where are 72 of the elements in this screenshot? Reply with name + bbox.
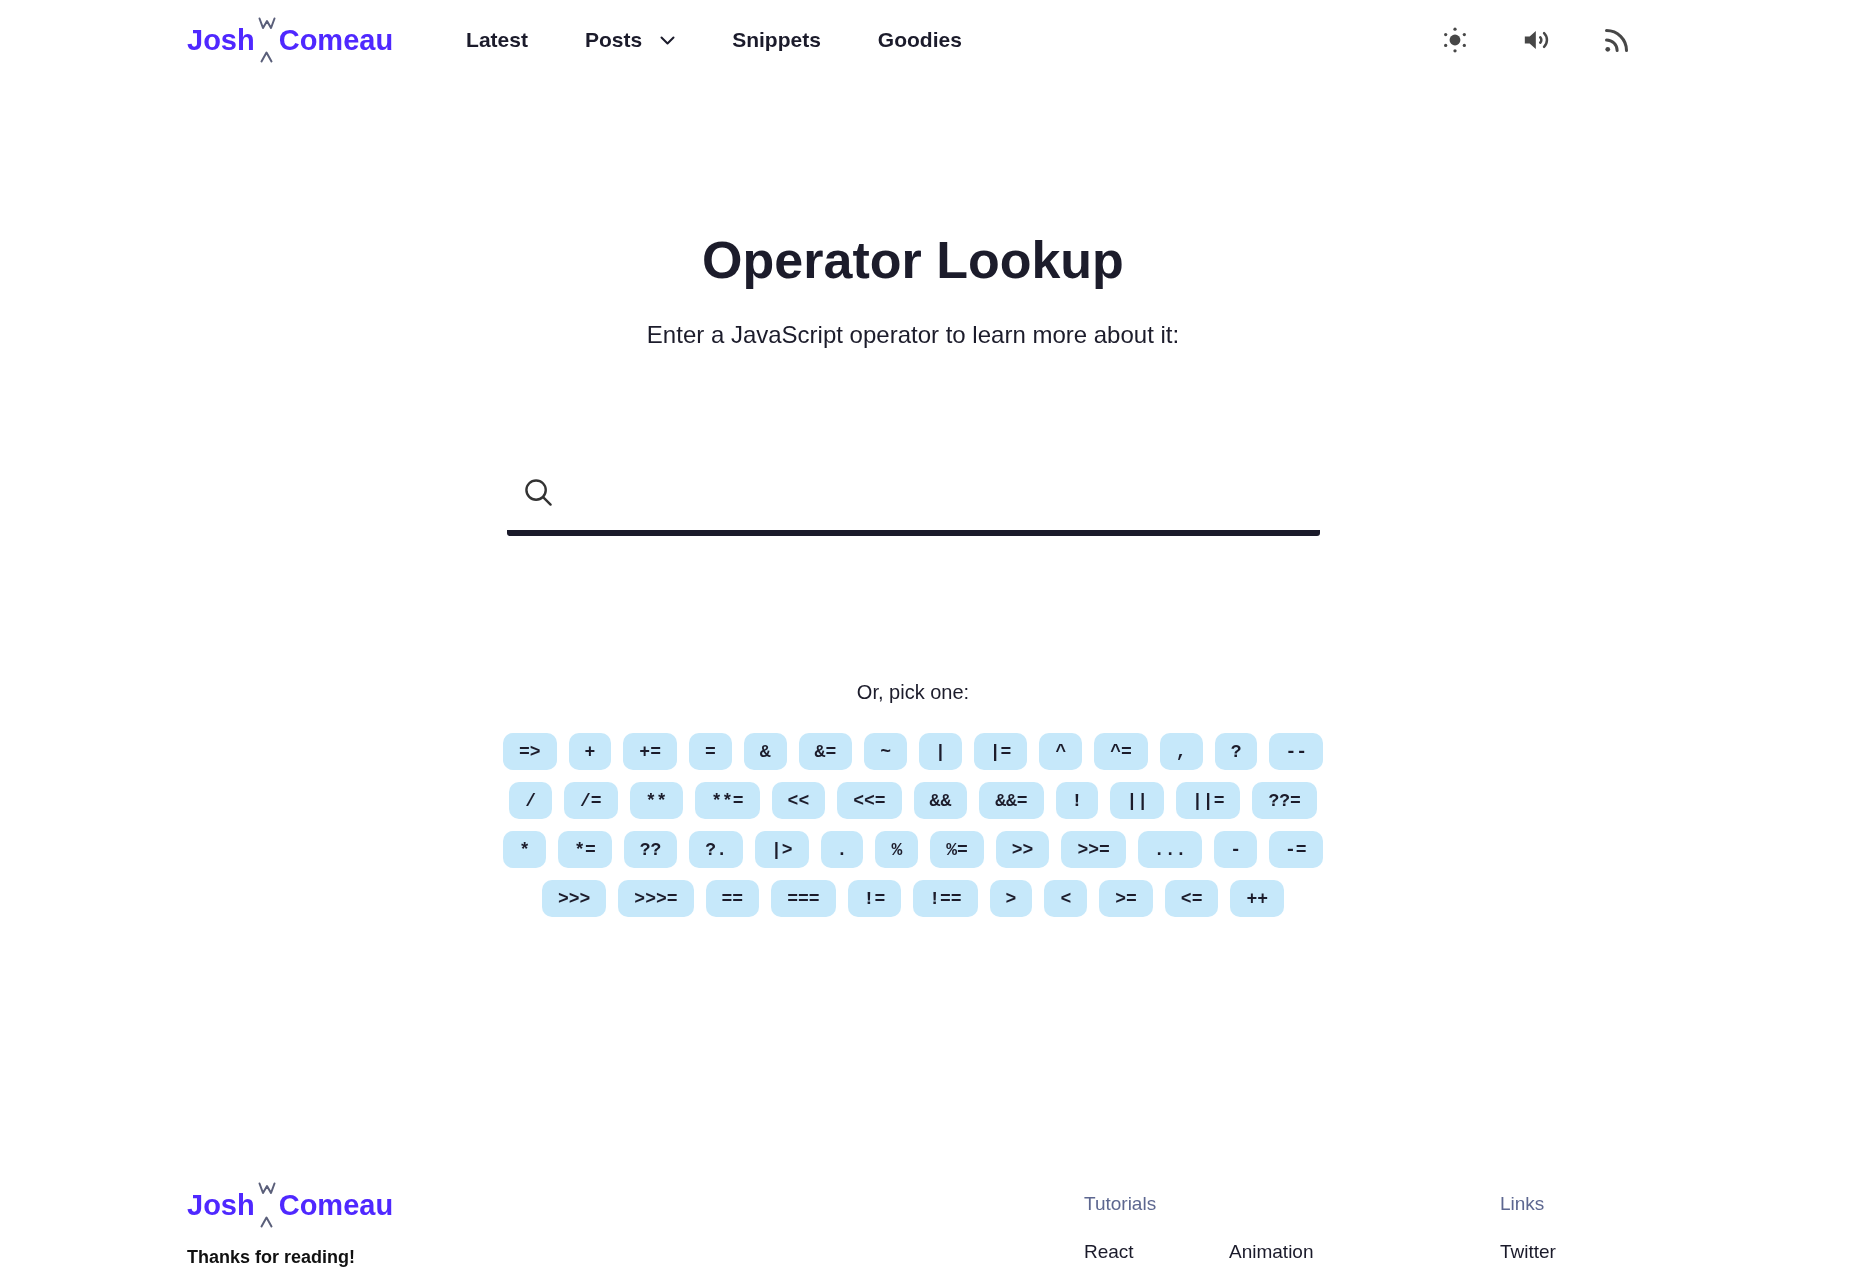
- logo-mark-icon: [257, 17, 276, 63]
- operator-button[interactable]: ~: [864, 733, 907, 770]
- logo-mark-icon: [257, 1182, 276, 1228]
- operator-button[interactable]: -=: [1269, 831, 1323, 868]
- operator-button[interactable]: ||=: [1176, 782, 1241, 819]
- nav-dropdown[interactable]: Posts: [584, 26, 676, 54]
- nav-link[interactable]: Goodies: [877, 26, 962, 54]
- operator-button[interactable]: >>=: [1061, 831, 1126, 868]
- operator-button[interactable]: %: [875, 831, 919, 868]
- operator-button[interactable]: &=: [798, 733, 853, 770]
- operator-button[interactable]: ?.: [689, 831, 743, 868]
- operator-button[interactable]: **: [629, 782, 684, 819]
- operator-button[interactable]: *: [503, 831, 547, 868]
- operator-button[interactable]: ==: [705, 880, 760, 917]
- operator-button[interactable]: |>: [754, 831, 809, 868]
- logo-link[interactable]: Josh Comeau: [187, 1182, 394, 1228]
- operator-button[interactable]: +=: [623, 733, 677, 770]
- operator-button[interactable]: -: [1214, 831, 1258, 868]
- search-icon: [523, 478, 553, 507]
- operator-button[interactable]: ++: [1230, 880, 1285, 917]
- theme-toggle-button[interactable]: [1441, 26, 1469, 54]
- operator-button[interactable]: .: [820, 831, 864, 868]
- page-subtitle: Enter a JavaScript operator to learn more about it:: [646, 321, 1180, 349]
- footer-link[interactable]: Animation: [1229, 1238, 1314, 1266]
- operator-button[interactable]: ??=: [1252, 782, 1317, 819]
- operator-button[interactable]: ||: [1110, 782, 1165, 819]
- operator-button[interactable]: ...: [1137, 831, 1203, 868]
- operator-button[interactable]: |=: [973, 733, 1028, 770]
- operator-button[interactable]: **=: [695, 782, 760, 819]
- sun-icon: [1442, 27, 1468, 53]
- operator-button[interactable]: /=: [563, 782, 618, 819]
- footer-heading: Links: [1500, 1192, 1545, 1216]
- footer-link[interactable]: React: [1084, 1238, 1134, 1266]
- operator-button[interactable]: ??: [623, 831, 678, 868]
- operator-button[interactable]: %=: [930, 831, 984, 868]
- operator-button[interactable]: =: [688, 733, 732, 770]
- operator-button[interactable]: <: [1044, 880, 1088, 917]
- nav-link[interactable]: Latest: [466, 26, 528, 54]
- operator-button[interactable]: +: [568, 733, 612, 770]
- operator-button[interactable]: <=: [1164, 880, 1219, 917]
- pick-prompt: Or, pick one:: [856, 680, 970, 705]
- operator-button[interactable]: ===: [771, 880, 836, 917]
- operator-button[interactable]: !: [1055, 782, 1099, 819]
- operator-button[interactable]: ?: [1214, 733, 1258, 770]
- operator-button[interactable]: *=: [558, 831, 612, 868]
- footer-tagline: Thanks for reading!: [187, 1246, 356, 1269]
- rss-button[interactable]: [1603, 27, 1629, 53]
- operator-button[interactable]: >: [989, 880, 1033, 917]
- operator-button[interactable]: <<: [771, 782, 826, 819]
- operator-button[interactable]: /: [509, 782, 552, 819]
- logo-link[interactable]: Josh Comeau: [187, 17, 394, 63]
- rss-icon: [1603, 27, 1629, 53]
- footer-link[interactable]: Twitter: [1500, 1238, 1556, 1266]
- operator-button[interactable]: ,: [1159, 733, 1203, 770]
- operator-button[interactable]: =>: [502, 733, 557, 770]
- operator-button[interactable]: >=: [1099, 880, 1153, 917]
- operator-button[interactable]: >>>: [541, 880, 607, 917]
- operator-button[interactable]: &: [743, 733, 787, 770]
- operator-button[interactable]: &&=: [979, 782, 1044, 819]
- operator-button[interactable]: |: [919, 733, 962, 770]
- chevron-down-icon: [660, 35, 676, 45]
- nav-link[interactable]: Snippets: [732, 26, 821, 54]
- operator-button[interactable]: >>>=: [618, 880, 694, 917]
- operator-button[interactable]: >>: [995, 831, 1050, 868]
- operator-button[interactable]: !==: [913, 880, 978, 917]
- operator-button[interactable]: !=: [847, 880, 902, 917]
- operator-button[interactable]: ^: [1039, 733, 1083, 770]
- footer-heading: Tutorials: [1084, 1192, 1157, 1216]
- operator-button[interactable]: --: [1269, 733, 1324, 770]
- operator-button[interactable]: &&: [913, 782, 968, 819]
- operator-button[interactable]: <<=: [837, 782, 902, 819]
- operator-button[interactable]: ^=: [1094, 733, 1148, 770]
